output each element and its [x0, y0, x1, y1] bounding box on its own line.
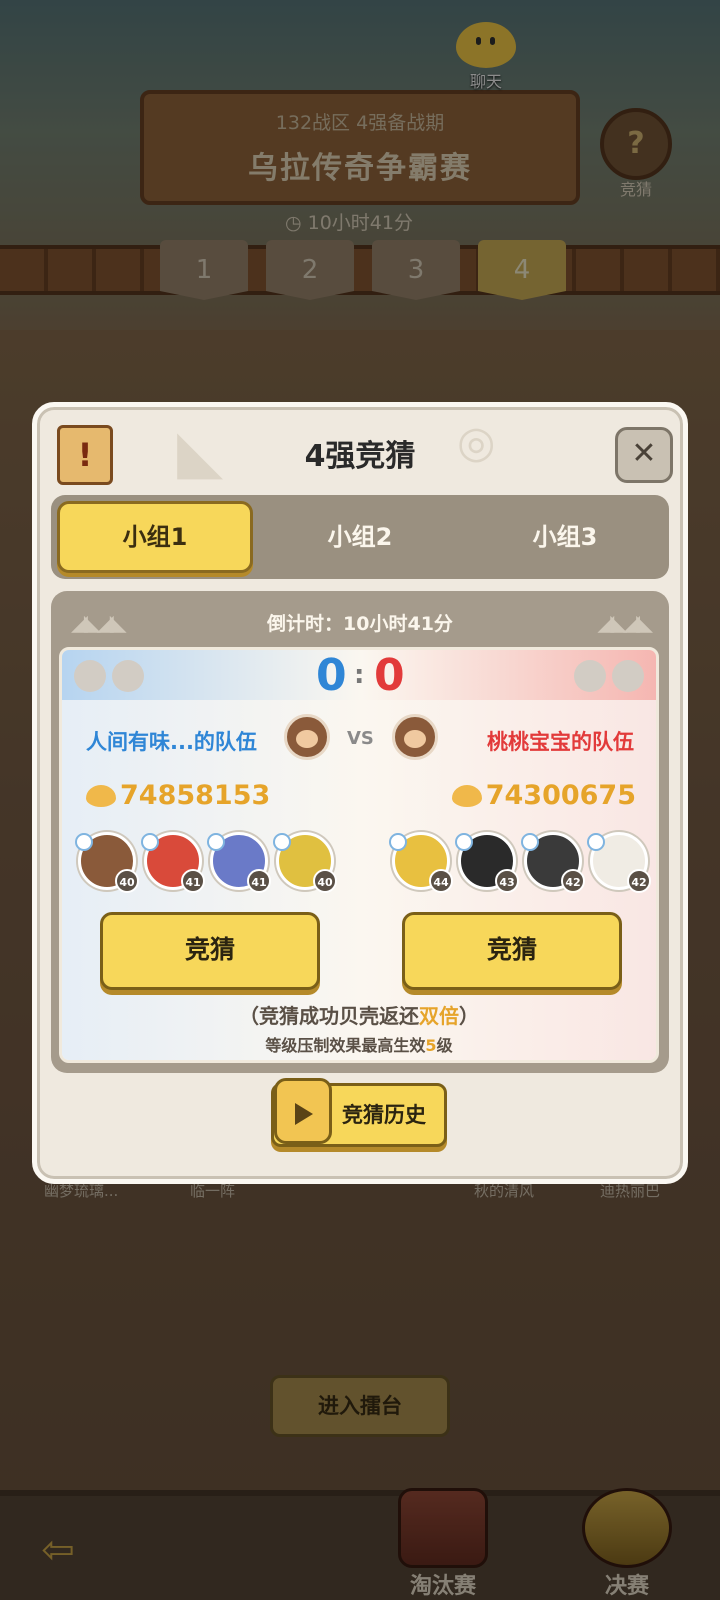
win-dot [112, 660, 144, 692]
guess-modal: ◣ ◎ ! 4强竞猜 ✕ 小组1 小组2 小组3 ◢◣◢◣ ◢◣◢◣ 倒计时：1… [32, 402, 688, 1184]
score-separator: : [354, 660, 365, 690]
vs-label: VS [347, 728, 374, 749]
right-team-power: 74300675 [451, 780, 636, 811]
tab-group-3[interactable]: 小组3 [467, 501, 663, 573]
countdown: 倒计时：10小时41分 [267, 613, 453, 635]
hero-avatar[interactable]: 41 [141, 832, 205, 893]
left-team-power-value: 74858153 [120, 780, 271, 811]
shell-icon [86, 785, 116, 807]
match-panel: ◢◣◢◣ ◢◣◢◣ 倒计时：10小时41分 0 : 0 人间有味...的队伍 V… [51, 591, 669, 1073]
group-tabs: 小组1 小组2 小组3 [51, 495, 669, 579]
hero-avatar[interactable]: 42 [521, 832, 585, 893]
tab-group-1[interactable]: 小组1 [57, 501, 253, 573]
level-suppression-note: 等级压制效果最高生效5级 [265, 1036, 453, 1055]
modal-title: 4强竞猜 [304, 439, 416, 474]
guess-history-label: 竞猜历史 [342, 1103, 426, 1127]
left-team-heroes: 40 41 41 40 [75, 832, 337, 893]
close-button[interactable]: ✕ [615, 427, 673, 483]
score-left: 0 [316, 650, 347, 701]
monkey-avatar-icon [392, 714, 438, 760]
hero-avatar[interactable]: 44 [389, 832, 453, 893]
hero-avatar[interactable]: 42 [587, 832, 651, 893]
left-team-name: 人间有味...的队伍 [86, 730, 257, 754]
right-team-heroes: 44 43 42 42 [389, 832, 651, 893]
hero-avatar[interactable]: 41 [207, 832, 271, 893]
right-team-power-value: 74300675 [485, 780, 636, 811]
hero-avatar[interactable]: 40 [273, 832, 337, 893]
hero-avatar[interactable]: 40 [75, 832, 139, 893]
left-team-power: 74858153 [86, 780, 270, 811]
monkey-avatar-icon [284, 714, 330, 760]
guess-history-button[interactable]: 竞猜历史 [271, 1078, 447, 1147]
hero-avatar[interactable]: 43 [455, 832, 519, 893]
guess-left-button[interactable]: 竞猜 [100, 912, 320, 990]
guess-right-button[interactable]: 竞猜 [402, 912, 622, 990]
thumbs-up-play-icon [274, 1078, 332, 1144]
shell-icon [451, 785, 482, 807]
right-team-name: 桃桃宝宝的队伍 [487, 730, 634, 754]
win-dot [74, 660, 106, 692]
score-right: 0 [374, 650, 405, 701]
match-card: 0 : 0 人间有味...的队伍 VS 桃桃宝宝的队伍 74858153 743… [59, 647, 659, 1063]
double-return-note: （竞猜成功贝壳返还双倍） [239, 1004, 479, 1028]
tab-group-2[interactable]: 小组2 [262, 501, 458, 573]
win-dot [574, 660, 606, 692]
win-dot [612, 660, 644, 692]
